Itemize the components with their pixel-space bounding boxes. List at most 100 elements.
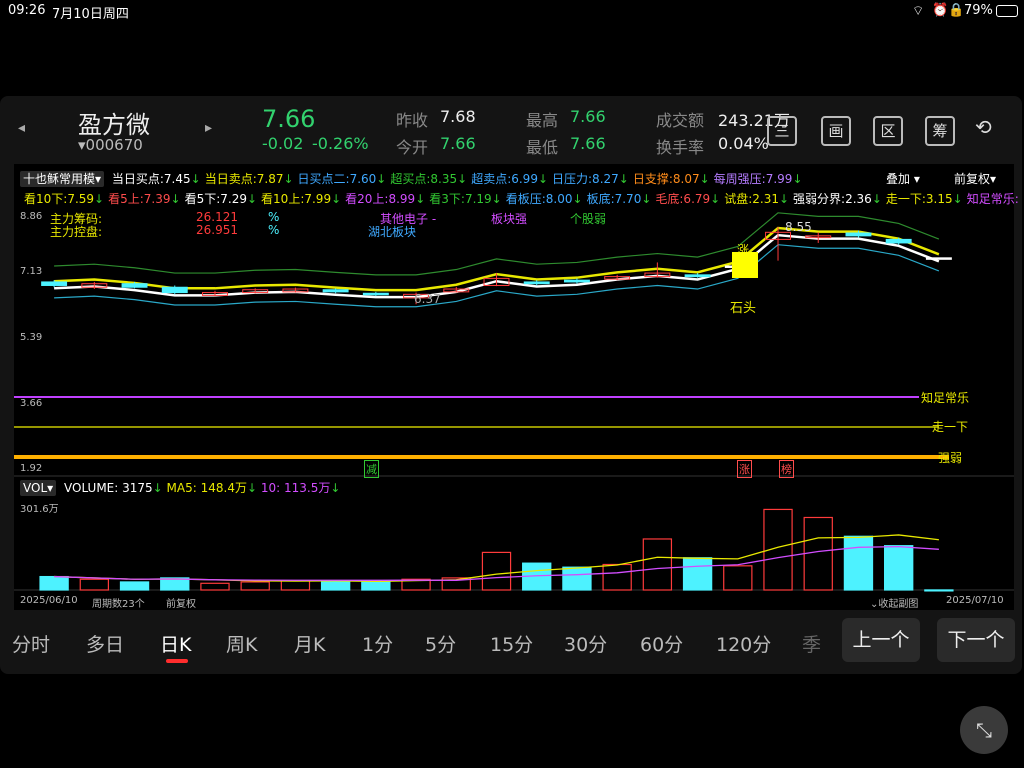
stock-code[interactable]: ▾000670 [78, 136, 143, 154]
indicator-row2-item-10: 强弱分界:2.36 [793, 192, 872, 206]
period-tabs: 分时 多日 日K 周K 月K 1分 5分 15分 30分 60分 120分 季 … [0, 612, 1024, 672]
price-change-pct: -0.26% [312, 134, 369, 153]
prev-close-label: 昨收 [396, 111, 429, 130]
price-tick-5: 1.92 [20, 463, 43, 474]
tab-weekly-k[interactable]: 周K [226, 630, 257, 657]
stock-weak: 个股弱 [570, 212, 607, 226]
sector-strong: 板块强 [491, 212, 528, 226]
prev-close-value: 7.68 [440, 107, 476, 126]
down-arrow-icon: ↓ [94, 192, 105, 206]
indicator-row1-item-3: 超买点:8.35 [390, 172, 458, 186]
overlay-dropdown[interactable]: 叠加 ▾ [886, 170, 920, 187]
price-tick-3: 5.39 [20, 332, 43, 343]
down-arrow-icon: ↓ [376, 172, 387, 186]
template-label: 十也稣常用模 [23, 172, 96, 186]
stock-name: 盈方微 [78, 111, 150, 139]
low-value: 7.66 [570, 134, 606, 153]
down-arrow-icon: ↓ [190, 172, 201, 186]
down-arrow-icon: ↓ [871, 192, 882, 206]
start-date: 2025/06/10 [20, 595, 78, 606]
collapse-label: 收起副图 [878, 599, 919, 610]
indicator-row2-item-5: 看3下:7.19 [429, 192, 492, 206]
candle-body [362, 292, 389, 296]
tab-15min[interactable]: 15分 [490, 630, 533, 657]
control-value: 26.951 [196, 223, 238, 237]
bang-signal: 榜 [779, 460, 794, 478]
chip-value: 26.121 [196, 210, 238, 224]
down-arrow-icon: ↓ [572, 192, 583, 206]
tab-5min[interactable]: 5分 [425, 630, 456, 657]
tab-30min[interactable]: 30分 [564, 630, 607, 657]
prev-stock-arrow-icon[interactable]: ◂ [18, 120, 25, 136]
indicator-row1-item-7: 每周强压:7.99 [713, 172, 793, 186]
volume-bar [200, 582, 230, 591]
volume-bar [119, 581, 150, 591]
indicator-row2-item-3: 看10上:7.99 [261, 192, 332, 206]
rotate-screen-icon[interactable]: ⟲ [975, 115, 1005, 145]
indicator-row2-item-2: 看5下:7.29 [184, 192, 247, 206]
volume-scale: 301.6万 [20, 504, 59, 515]
indicator-row1-item-6: 日支撑:8.07 [632, 172, 700, 186]
list-icon[interactable]: 三 [767, 116, 797, 146]
stock-code-text: 000670 [85, 136, 143, 154]
peak-price-label: 8.55 [785, 220, 812, 234]
down-arrow-icon: ↓ [699, 172, 710, 186]
wifi-icon: ⌔ [912, 4, 925, 19]
next-stock-arrow-icon[interactable]: ▸ [205, 120, 212, 136]
down-arrow-icon: ↓ [778, 192, 790, 206]
price-tick-1: 8.86 [20, 211, 43, 222]
chips-icon[interactable]: 筹 [925, 116, 955, 146]
template-selector[interactable]: 十也稣常用模▾ [20, 171, 105, 187]
indicator-row2-item-4: 看20上:8.99 [345, 192, 416, 206]
tab-monthly-k[interactable]: 月K [294, 630, 325, 657]
caret-down-icon: ▾ [47, 481, 54, 495]
volume-value: VOLUME: 3175 [64, 481, 153, 495]
tab-60min[interactable]: 60分 [640, 630, 683, 657]
vol-selector-label: VOL [23, 481, 48, 495]
vol-selector[interactable]: VOL▾ [20, 480, 57, 496]
down-arrow-icon: ↓ [710, 192, 721, 206]
tab-multiday[interactable]: 多日 [86, 630, 124, 657]
volume-bar [883, 545, 914, 591]
indicator-row2-item-9: 试盘:2.31 [724, 192, 779, 206]
range-icon[interactable]: 区 [873, 116, 903, 146]
volume-bar [39, 575, 69, 591]
down-arrow-icon: ↓ [952, 192, 963, 206]
price-change: -0.02 [262, 134, 304, 153]
candle-body [121, 283, 148, 288]
volume-bar [320, 580, 351, 591]
volume-bar [240, 581, 270, 591]
tab-quarter[interactable]: 季 [802, 630, 821, 657]
battery-percent: 79% [964, 3, 993, 18]
adjust-dropdown[interactable]: 前复权▾ [954, 170, 996, 187]
indicator-row2-item-6: 看板压:8.00 [505, 192, 573, 206]
collapse-subchart[interactable]: ⌄收起副图 [870, 595, 918, 610]
caret-down-icon: ▾ [78, 136, 86, 154]
volume-bar [682, 557, 713, 591]
tab-timeshare[interactable]: 分时 [12, 630, 50, 657]
region-sector: 湖北板块 [368, 225, 417, 239]
tab-1min[interactable]: 1分 [362, 630, 393, 657]
down-arrow-icon: ↓ [331, 192, 342, 206]
prev-stock-button[interactable]: 上一个 [842, 618, 920, 662]
volume-bar [79, 578, 110, 591]
signal-block [732, 252, 758, 278]
price-tick-4: 3.66 [20, 398, 43, 409]
volume-header: VOL▾ VOLUME: 3175↓ MA5: 148.4万↓ 10: 113.… [20, 479, 340, 496]
volume-bar [562, 566, 592, 591]
caret-down-icon: ▾ [913, 172, 920, 186]
tab-daily-k[interactable]: 日K [160, 630, 191, 657]
indicator-row1-item-2: 日买点二:7.60 [297, 172, 377, 186]
down-arrow-icon: ↓ [152, 481, 163, 495]
open-label: 今开 [396, 138, 429, 157]
control-label: 主力控盘: [50, 225, 103, 239]
active-tab-indicator [166, 659, 188, 663]
next-stock-button[interactable]: 下一个 [937, 618, 1015, 662]
indicator-row2-item-12: 知足常乐: [966, 192, 1019, 206]
indicator-row1-item-1: 当日卖点:7.87 [204, 172, 284, 186]
kline-chart[interactable] [14, 164, 1014, 610]
collapse-fullscreen-icon[interactable]: ⤡ [960, 706, 1008, 754]
draw-icon[interactable]: 画 [821, 116, 851, 146]
tab-120min[interactable]: 120分 [716, 630, 771, 657]
volume-bar [280, 580, 311, 591]
